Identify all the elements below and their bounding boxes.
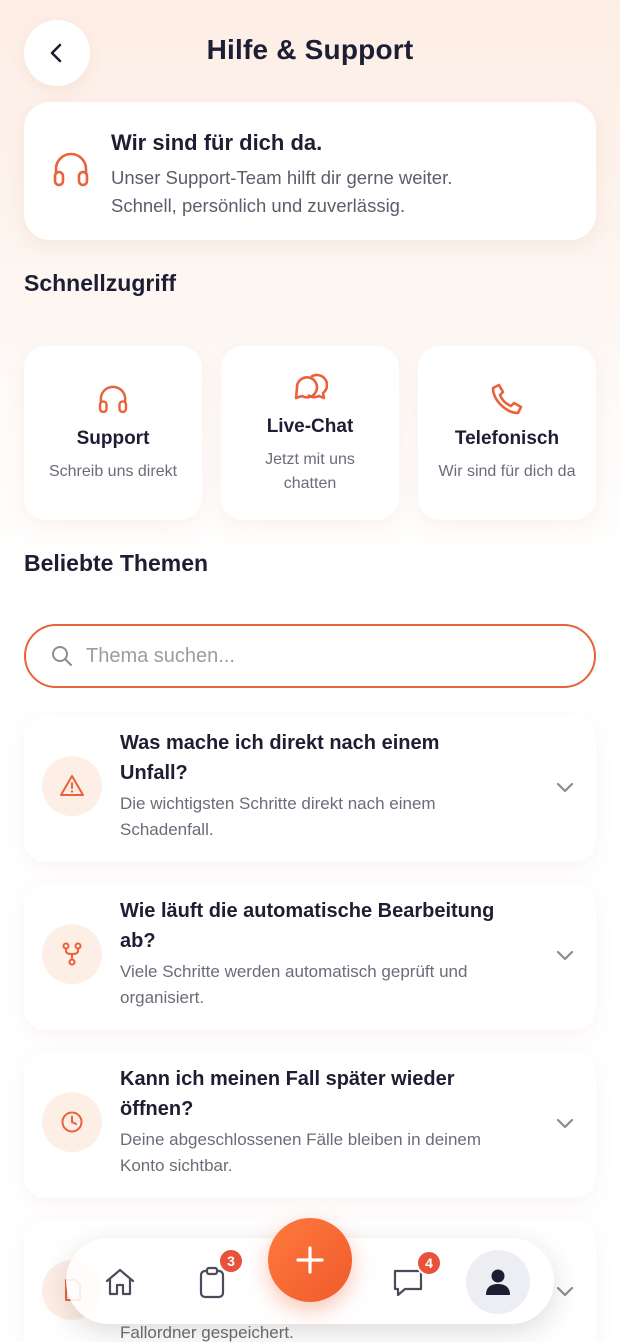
chevron-down-icon[interactable] [554, 944, 576, 966]
add-case-button[interactable] [268, 1218, 352, 1302]
faq-title: Was mache ich direkt nach einem Unfall? [120, 728, 520, 788]
faq-title-line-2: öffnen? [120, 1098, 194, 1120]
nav-home[interactable] [98, 1260, 142, 1304]
quick-card-support[interactable]: Support Schreib uns direkt [24, 346, 202, 520]
warning-icon [60, 775, 84, 796]
faq-text-line-1: Deine abgeschlossenen Fälle bleiben in d… [120, 1130, 482, 1149]
faq-text-line-2: organisiert. [120, 988, 205, 1007]
popular-topics-heading: Beliebte Themen [24, 550, 209, 576]
messages-count-badge: 4 [416, 1250, 442, 1276]
topic-search-input[interactable] [86, 644, 566, 668]
nav-profile[interactable] [466, 1250, 530, 1314]
faq-icon-badge [42, 756, 102, 816]
hero-line-1: Unser Support-Team hilft dir gerne weite… [111, 167, 453, 188]
faq-item-automation[interactable]: Wie läuft die automatische Bearbeitung a… [24, 884, 596, 1030]
faq-text-line-2: Konto sichtbar. [120, 1156, 233, 1175]
faq-item-reopen[interactable]: Kann ich meinen Fall später wieder öffne… [24, 1052, 596, 1198]
faq-title-line-1: Wie läuft die automatische Bearbeitung [120, 900, 495, 922]
cases-count-badge: 3 [218, 1248, 244, 1274]
clock-icon [61, 1111, 83, 1133]
home-icon [105, 1268, 135, 1296]
quick-card-phone[interactable]: Telefonisch Wir sind für dich da [418, 346, 596, 520]
faq-text-line-2: Schadenfall. [120, 820, 214, 839]
faq-description: Die wichtigsten Schritte direkt nach ein… [120, 791, 540, 843]
chevron-down-icon[interactable] [554, 1112, 576, 1134]
chevron-down-icon[interactable] [554, 776, 576, 798]
branch-icon [62, 942, 82, 966]
faq-text-line-1: Viele Schritte werden automatisch geprüf… [120, 962, 468, 981]
quick-sub-live-chat-1: Jetzt mit uns [265, 451, 355, 468]
support-hero-card: Wir sind für dich da. Unser Support-Team… [24, 102, 596, 240]
search-icon [52, 646, 72, 666]
hero-description: Unser Support-Team hilft dir gerne weite… [111, 164, 581, 220]
faq-title-line-2: Unfall? [120, 762, 188, 784]
page-title: Hilfe & Support [206, 34, 414, 65]
quick-label-live-chat: Live-Chat [266, 416, 354, 437]
faq-title-line-1: Kann ich meinen Fall später wieder [120, 1068, 455, 1090]
faq-description: Deine abgeschlossenen Fälle bleiben in d… [120, 1127, 540, 1179]
faq-icon-badge [42, 1092, 102, 1152]
quick-sub-phone: Wir sind für dich da [438, 463, 576, 480]
nav-messages[interactable]: 4 [386, 1250, 442, 1304]
faq-title: Wie läuft die automatische Bearbeitung a… [120, 896, 520, 956]
quick-sub-support: Schreib uns direkt [48, 463, 178, 480]
faq-title: Kann ich meinen Fall später wieder öffne… [120, 1064, 520, 1124]
headphones-icon [98, 385, 128, 414]
faq-description: Viele Schritte werden automatisch geprüf… [120, 959, 540, 1011]
chevron-down-icon[interactable] [554, 1280, 576, 1302]
quick-access-heading: Schnellzugriff [24, 270, 177, 296]
plus-icon [296, 1246, 324, 1274]
quick-label-support: Support [76, 428, 150, 449]
quick-sub-live-chat-2: chatten [283, 475, 337, 492]
faq-text-line-1: Die wichtigsten Schritte direkt nach ein… [120, 794, 436, 813]
nav-cases[interactable]: 3 [190, 1248, 244, 1304]
header: Hilfe & Support [0, 0, 620, 104]
quick-card-live-chat[interactable]: Live-Chat Jetzt mit uns chatten [221, 346, 399, 520]
hero-title: Wir sind für dich da. [111, 130, 323, 155]
phone-icon [491, 383, 523, 415]
faq-title-line-1: Was mache ich direkt nach einem [120, 732, 440, 754]
user-icon [486, 1269, 510, 1295]
faq-item-accident[interactable]: Was mache ich direkt nach einem Unfall? … [24, 716, 596, 862]
faq-icon-badge [42, 924, 102, 984]
headphones-icon [53, 152, 89, 187]
faq-title-line-2: ab? [120, 930, 156, 952]
topic-search-box[interactable] [24, 624, 596, 688]
quick-label-phone: Telefonisch [454, 428, 560, 449]
hero-line-2: Schnell, persönlich und zuverlässig. [111, 195, 406, 216]
chat-bubbles-icon [294, 373, 328, 400]
